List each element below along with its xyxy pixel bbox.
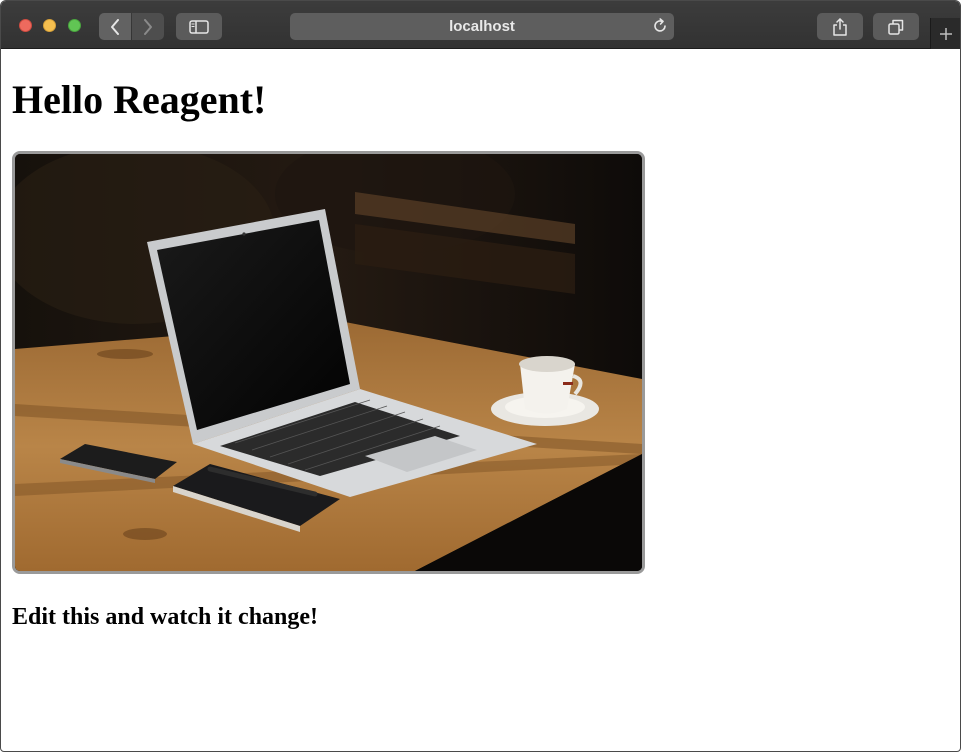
- page-subtitle: Edit this and watch it change!: [12, 604, 319, 630]
- tabs-icon: [888, 19, 904, 35]
- browser-window: localhost Hello Reagent! Edit this and w…: [0, 0, 961, 752]
- laptop-photo: [12, 151, 645, 574]
- forward-button[interactable]: [132, 13, 164, 40]
- page-title: Hello Reagent!: [12, 77, 267, 122]
- sidebar-toggle-button[interactable]: [176, 13, 222, 40]
- close-window-button[interactable]: [19, 19, 32, 32]
- address-bar[interactable]: localhost: [290, 13, 674, 40]
- sidebar-icon: [189, 19, 209, 34]
- browser-toolbar: localhost: [1, 1, 960, 49]
- address-text: localhost: [449, 18, 515, 35]
- reload-icon[interactable]: [652, 18, 668, 34]
- show-tabs-button[interactable]: [873, 13, 919, 40]
- back-button[interactable]: [99, 13, 131, 40]
- laptop-photo-illustration: [15, 154, 642, 571]
- zoom-window-button[interactable]: [68, 19, 81, 32]
- new-tab-button[interactable]: [930, 18, 960, 49]
- back-icon: [111, 18, 119, 35]
- plus-icon: [940, 27, 952, 40]
- page-content: Hello Reagent! Edit this and watch it ch…: [1, 50, 960, 751]
- forward-icon: [144, 18, 152, 35]
- minimize-window-button[interactable]: [43, 19, 56, 32]
- share-icon: [833, 17, 847, 36]
- share-button[interactable]: [817, 13, 863, 40]
